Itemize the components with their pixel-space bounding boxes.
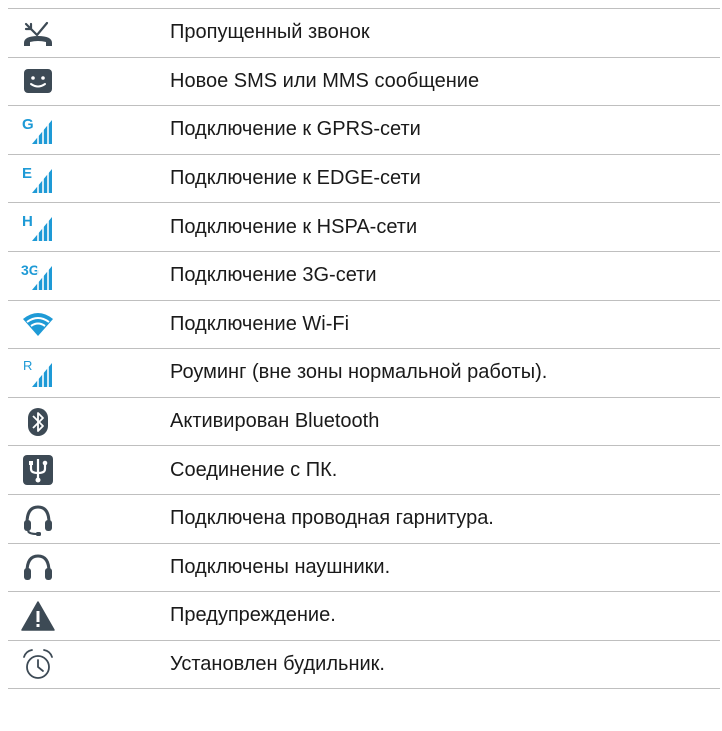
row-label: Подключение Wi-Fi xyxy=(170,312,350,335)
table-row: G Подключение к GPRS-сети xyxy=(8,105,720,155)
network-letter: R xyxy=(23,358,32,373)
alarm-icon xyxy=(20,647,56,683)
table-row: Установлен будильник. xyxy=(8,640,720,689)
wired-headset-icon xyxy=(20,501,56,537)
icon-legend-table: Пропущенный звонок Новое SMS или MMS соо… xyxy=(8,8,720,689)
sms-icon xyxy=(20,63,56,99)
row-label: Пропущенный звонок xyxy=(170,21,370,44)
headphones-icon xyxy=(20,549,56,585)
table-row: Активирован Bluetooth xyxy=(8,397,720,446)
bluetooth-icon xyxy=(20,404,56,440)
edge-signal-icon: E xyxy=(20,161,56,197)
wifi-icon xyxy=(20,306,56,342)
table-row: Предупреждение. xyxy=(8,591,720,641)
network-letter: E xyxy=(22,165,32,182)
table-row: Подключены наушники. xyxy=(8,543,720,592)
table-row: E Подключение к EDGE-сети xyxy=(8,154,720,203)
network-letter: H xyxy=(22,213,33,230)
table-row: Пропущенный звонок xyxy=(8,8,720,58)
table-row: Соединение с ПК. xyxy=(8,445,720,495)
table-row: H Подключение к HSPA-сети xyxy=(8,202,720,252)
table-row: 3G Подключение 3G-сети xyxy=(8,251,720,300)
gprs-signal-icon: G xyxy=(20,112,56,148)
row-label: Подключение к GPRS-сети xyxy=(170,118,421,141)
network-letter: G xyxy=(22,116,34,133)
hspa-signal-icon: H xyxy=(20,209,56,245)
warning-icon xyxy=(20,598,56,634)
row-label: Подключение к EDGE-сети xyxy=(170,167,421,190)
3g-signal-icon: 3G xyxy=(20,258,56,294)
row-label: Новое SMS или MMS сообщение xyxy=(170,69,480,92)
row-label: Активирован Bluetooth xyxy=(170,410,380,433)
row-label: Подключение 3G-сети xyxy=(170,264,377,287)
table-row: Подключение Wi-Fi xyxy=(8,300,720,349)
row-label: Подключение к HSPA-сети xyxy=(170,215,418,238)
row-label: Предупреждение. xyxy=(170,604,336,627)
usb-icon xyxy=(20,452,56,488)
table-row: R Роуминг (вне зоны нормальной работы). xyxy=(8,348,720,398)
network-letter: 3G xyxy=(21,262,40,278)
row-label: Подключены наушники. xyxy=(170,555,391,578)
table-row: Подключена проводная гарнитура. xyxy=(8,494,720,543)
table-row: Новое SMS или MMS сообщение xyxy=(8,57,720,106)
row-label: Установлен будильник. xyxy=(170,653,385,676)
roaming-icon: R xyxy=(20,355,56,391)
row-label: Роуминг (вне зоны нормальной работы). xyxy=(170,361,548,384)
row-label: Подключена проводная гарнитура. xyxy=(170,507,494,530)
missed-call-icon xyxy=(20,15,56,51)
row-label: Соединение с ПК. xyxy=(170,458,338,481)
